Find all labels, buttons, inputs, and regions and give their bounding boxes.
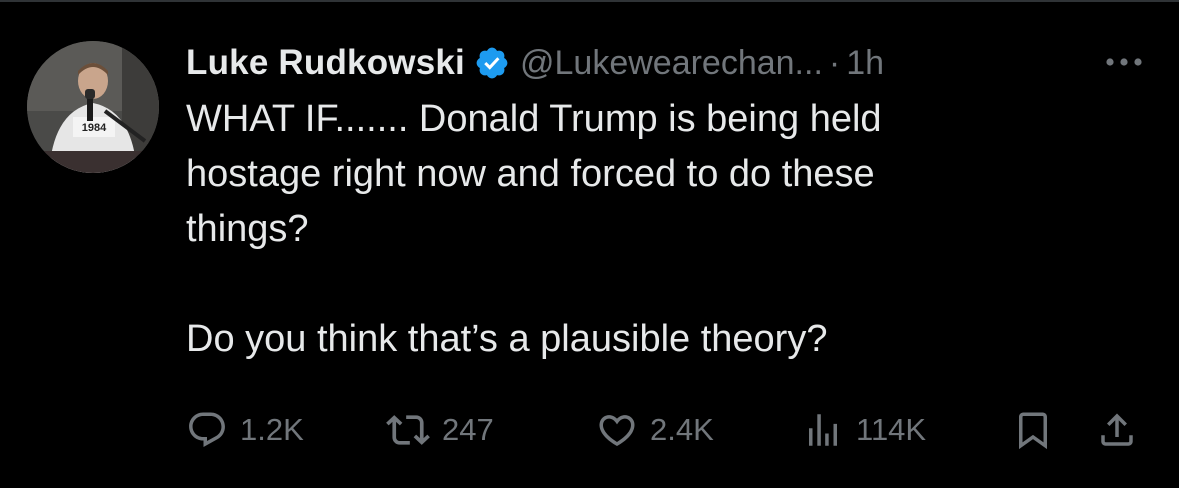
share-upload-icon (1101, 413, 1133, 446)
tweet-header: Luke Rudkowski @Lukewearechan... · 1h (186, 40, 884, 86)
avatar[interactable]: 1984 (27, 41, 159, 173)
verified-badge-icon (474, 45, 510, 81)
views-button[interactable]: 114K (802, 405, 926, 455)
share-button[interactable] (1096, 405, 1138, 455)
top-divider (0, 0, 1179, 2)
views-bar-chart-icon (809, 414, 837, 446)
timestamp[interactable]: 1h (846, 44, 884, 83)
reply-bubble-icon (189, 412, 225, 447)
more-horizontal-icon (1106, 58, 1142, 66)
reply-button[interactable]: 1.2K (186, 405, 304, 455)
svg-text:1984: 1984 (82, 122, 107, 134)
views-count: 114K (856, 412, 927, 447)
repost-button[interactable]: 247 (386, 405, 494, 455)
reply-count: 1.2K (240, 412, 304, 447)
repost-count: 247 (442, 412, 494, 447)
more-options-button[interactable] (1100, 48, 1148, 76)
meta-separator: · (828, 43, 841, 82)
repost-icon (386, 415, 430, 445)
author-handle[interactable]: @Lukewearechan... (520, 44, 823, 83)
tweet-actions: 1.2K 247 2.4K 114K (186, 405, 1146, 455)
author-display-name[interactable]: Luke Rudkowski (186, 43, 465, 83)
like-count: 2.4K (650, 412, 714, 447)
avatar-image: 1984 (27, 41, 159, 173)
bookmark-button[interactable] (1012, 405, 1054, 455)
bookmark-icon (1019, 412, 1047, 450)
like-button[interactable]: 2.4K (596, 405, 714, 455)
heart-icon (599, 415, 635, 447)
tweet-text: WHAT IF....... Donald Trump is being hel… (186, 98, 882, 360)
